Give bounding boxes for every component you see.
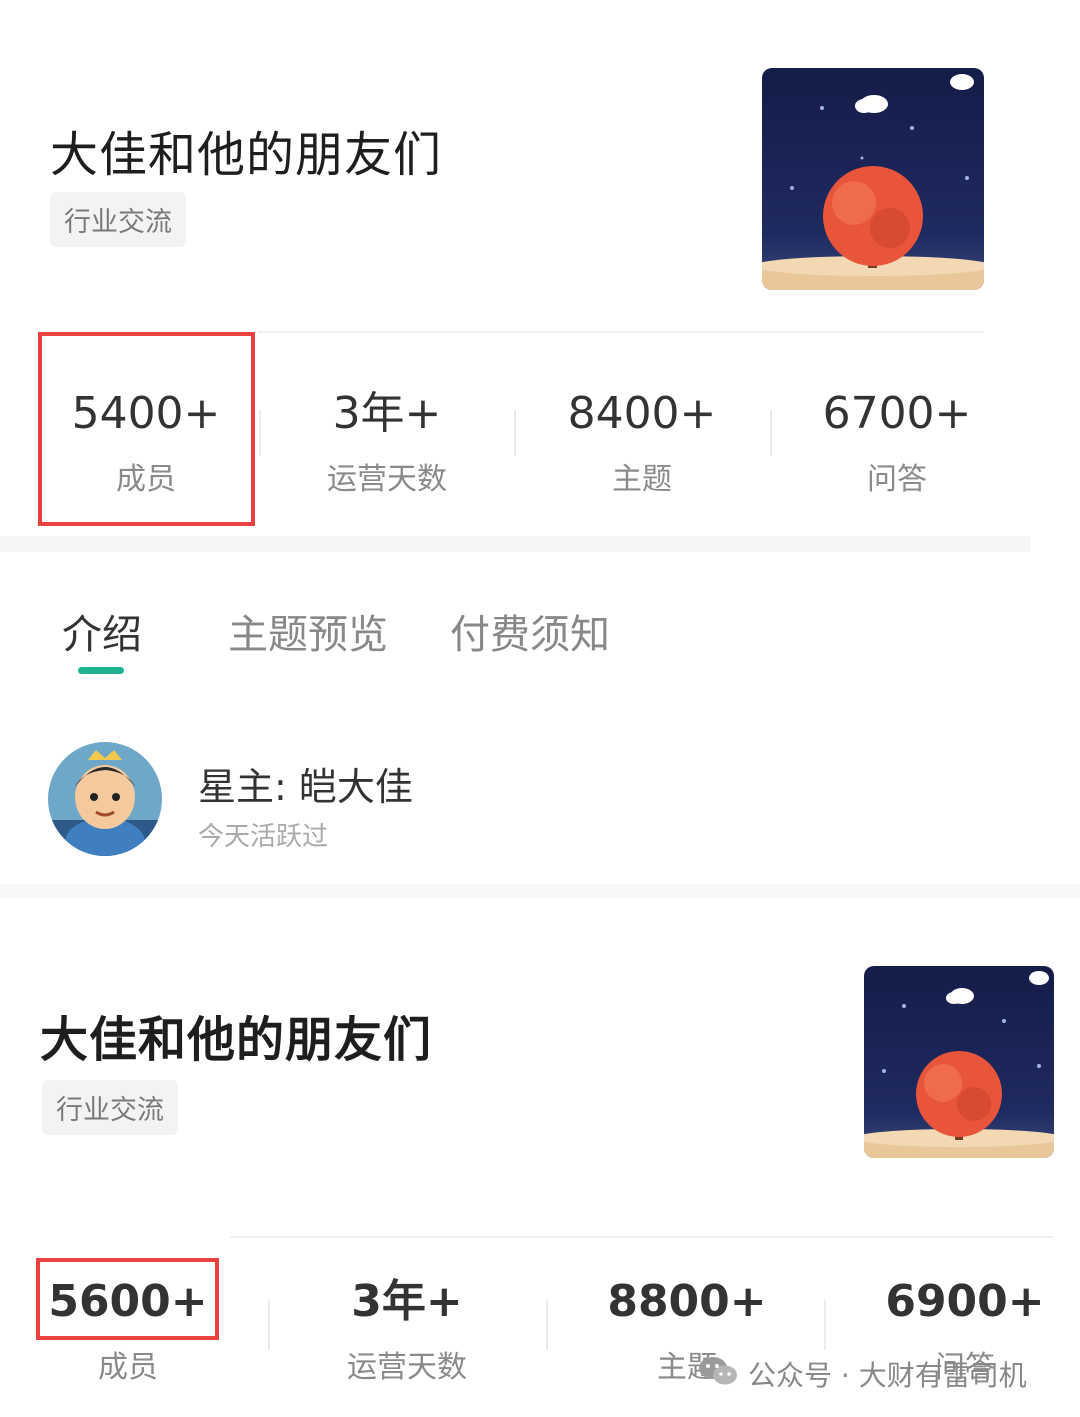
divider	[258, 331, 984, 333]
tab-active-indicator	[78, 667, 124, 674]
section-separator	[0, 536, 1030, 552]
divider	[824, 1300, 826, 1350]
group-title: 大佳和他的朋友们	[40, 1012, 433, 1068]
divider	[514, 410, 516, 456]
group-cover-image	[762, 68, 984, 290]
highlight-box	[36, 1258, 219, 1340]
tab-topic-preview[interactable]: 主题预览	[228, 602, 388, 660]
stat-label: 问答	[867, 462, 927, 497]
stat-label: 运营天数	[347, 1350, 467, 1385]
stat-value: 8400+	[567, 388, 717, 439]
tab-payment-notice[interactable]: 付费须知	[450, 602, 610, 660]
category-tag[interactable]: 行业交流	[50, 192, 186, 247]
wechat-icon	[698, 1355, 738, 1394]
highlight-box	[38, 332, 255, 526]
divider	[259, 410, 261, 456]
stat-value: 3年+	[332, 388, 442, 439]
stat-topics[interactable]: 8400+ 主题	[535, 392, 749, 498]
stat-days[interactable]: 3年+ 运营天数	[300, 1280, 514, 1386]
watermark-text: 公众号 · 大财有雷司机	[748, 1359, 1027, 1392]
stat-label: 成员	[98, 1350, 158, 1385]
owner-avatar[interactable]	[48, 742, 162, 856]
owner-name[interactable]: 星主: 皑大佳	[198, 756, 413, 811]
stat-value: 8800+	[607, 1276, 767, 1327]
stat-label: 运营天数	[327, 462, 447, 497]
watermark: 公众号 · 大财有雷司机	[698, 1354, 1027, 1394]
card-gap	[0, 884, 1080, 898]
tab-intro[interactable]: 介绍	[62, 602, 142, 660]
stat-value: 3年+	[351, 1276, 463, 1327]
divider	[230, 1236, 1054, 1238]
stat-qa[interactable]: 6700+ 问答	[790, 392, 1004, 498]
divider	[268, 1300, 270, 1350]
divider	[546, 1300, 548, 1350]
owner-activity: 今天活跃过	[198, 822, 329, 852]
group-cover-image	[864, 966, 1054, 1158]
stat-label: 主题	[612, 462, 672, 497]
category-tag[interactable]: 行业交流	[42, 1080, 178, 1135]
divider	[770, 410, 772, 456]
stat-value: 6700+	[822, 388, 972, 439]
stat-days[interactable]: 3年+ 运营天数	[280, 392, 494, 498]
group-title: 大佳和他的朋友们	[50, 127, 443, 183]
stat-value: 6900+	[885, 1276, 1045, 1327]
